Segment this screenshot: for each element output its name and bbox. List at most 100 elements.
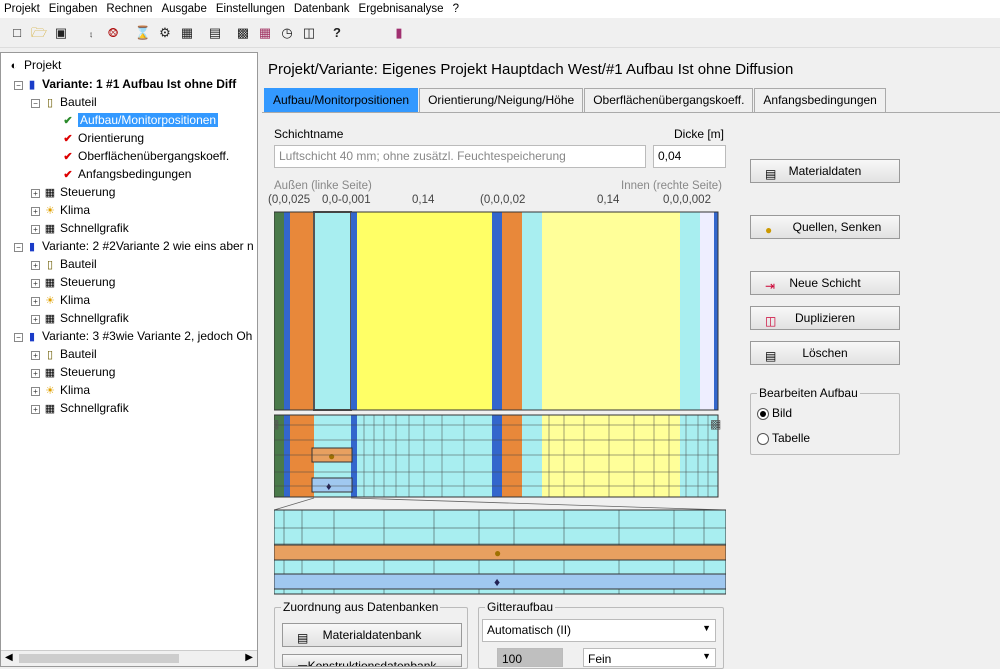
tree-v2-klima[interactable]: ☀ Klima xyxy=(43,291,90,309)
scroll-thumb[interactable] xyxy=(19,654,179,663)
layer-diagram[interactable]: ● ♦ ▩ ▩ ● ♦ xyxy=(274,210,726,600)
expand-icon[interactable]: + xyxy=(31,261,40,270)
tree-root[interactable]: ◐ Projekt xyxy=(7,56,62,74)
monitor-sink-bar[interactable] xyxy=(311,477,353,493)
layer-orange[interactable] xyxy=(502,212,522,410)
left-handle-icon[interactable]: ▩ xyxy=(274,417,279,431)
tree-v3-schnellgrafik[interactable]: ▦ Schnellgrafik xyxy=(43,399,129,417)
duplizieren-button[interactable]: ◫ Duplizieren xyxy=(750,306,900,330)
layer-cyan[interactable] xyxy=(522,212,542,410)
gitter-count-input[interactable]: 100 xyxy=(497,648,563,667)
layer-yellow[interactable] xyxy=(542,212,680,410)
tree-variant-3[interactable]: ▮ Variante: 3 #3wie Variante 2, jedoch Oh xyxy=(25,327,252,345)
layer-blue[interactable] xyxy=(492,212,502,410)
menu-einstellungen[interactable]: Einstellungen xyxy=(216,3,285,15)
scroll-left-icon[interactable]: ◀ xyxy=(5,652,13,663)
expand-icon[interactable]: + xyxy=(31,369,40,378)
menu-eingaben[interactable]: Eingaben xyxy=(49,3,98,15)
tree-v1-orientierung[interactable]: ✔ Orientierung xyxy=(61,129,144,147)
save-icon[interactable]: ▣ xyxy=(52,24,70,42)
delete-variant-icon[interactable]: ⨷ xyxy=(104,24,122,42)
tree-horizontal-scrollbar[interactable]: ◀ ▶ xyxy=(1,650,257,666)
grid-icon[interactable]: ▩ xyxy=(234,24,252,42)
layer-strip[interactable] xyxy=(274,211,719,411)
clock-icon[interactable]: ◷ xyxy=(278,24,296,42)
menu-rechnen[interactable]: Rechnen xyxy=(106,3,152,15)
radio-bild[interactable] xyxy=(757,408,769,420)
expand-icon[interactable]: + xyxy=(31,297,40,306)
menu-help[interactable]: ? xyxy=(453,3,459,15)
tree-v1-anfang[interactable]: ✔ Anfangsbedingungen xyxy=(61,165,191,183)
neue-schicht-button[interactable]: ⇥ Neue Schicht xyxy=(750,271,900,295)
tree-v1-steuerung[interactable]: ▦ Steuerung xyxy=(43,183,116,201)
expand-icon[interactable]: + xyxy=(31,387,40,396)
expand-icon[interactable]: + xyxy=(31,225,40,234)
gitter-mode-select[interactable]: Automatisch (II) ▼ xyxy=(482,619,716,642)
tree-v3-steuerung[interactable]: ▦ Steuerung xyxy=(43,363,116,381)
add-variant-icon[interactable]: ⨾ xyxy=(82,24,100,42)
collapse-icon[interactable]: − xyxy=(14,81,23,90)
tab-aufbau[interactable]: Aufbau/Monitorpositionen xyxy=(264,88,419,112)
layer-blue[interactable] xyxy=(284,212,290,410)
layer-blue[interactable] xyxy=(351,212,357,410)
tree-v1-schnellgrafik[interactable]: ▦ Schnellgrafik xyxy=(43,219,129,237)
tree-v1-bauteil[interactable]: ▯ Bauteil xyxy=(43,93,97,111)
tab-orientierung[interactable]: Orientierung/Neigung/Höhe xyxy=(419,88,584,112)
tab-anfang[interactable]: Anfangsbedingungen xyxy=(754,88,886,112)
dicke-input[interactable]: 0,04 xyxy=(653,145,726,168)
expand-icon[interactable]: + xyxy=(31,315,40,324)
layer-white[interactable] xyxy=(700,212,714,410)
zoom-view[interactable]: ● ♦ xyxy=(274,509,726,595)
gitter-fein-select[interactable]: Fein ▼ xyxy=(583,648,716,667)
tree-v3-klima[interactable]: ☀ Klima xyxy=(43,381,90,399)
results-icon[interactable]: ▦ xyxy=(178,24,196,42)
tree-v1-aufbau[interactable]: ✔ Aufbau/Monitorpositionen xyxy=(61,111,219,129)
layer-orange[interactable] xyxy=(290,212,314,410)
table-icon[interactable]: ▤ xyxy=(206,24,224,42)
layer-cyan[interactable] xyxy=(680,212,700,410)
scroll-right-icon[interactable]: ▶ xyxy=(245,652,253,663)
open-folder-icon[interactable]: 🗁 xyxy=(30,24,48,42)
loeschen-button[interactable]: ▤ Löschen xyxy=(750,341,900,365)
collapse-icon[interactable]: − xyxy=(14,333,23,342)
layer-blue[interactable] xyxy=(714,212,718,410)
collapse-icon[interactable]: − xyxy=(14,243,23,252)
tree-v2-steuerung[interactable]: ▦ Steuerung xyxy=(43,273,116,291)
expand-icon[interactable]: + xyxy=(31,189,40,198)
hourglass-icon[interactable]: ⌛ xyxy=(134,24,152,42)
expand-icon[interactable]: + xyxy=(31,351,40,360)
tree-variant-1[interactable]: ▮ Variante: 1 #1 Aufbau Ist ohne Diff xyxy=(25,75,236,93)
tree-v2-schnellgrafik[interactable]: ▦ Schnellgrafik xyxy=(43,309,129,327)
chart-icon[interactable]: ▦ xyxy=(256,24,274,42)
quellen-senken-button[interactable]: ● Quellen, Senken xyxy=(750,215,900,239)
materialdatenbank-button[interactable]: ▤ Materialdatenbank xyxy=(282,623,462,647)
wall-icon[interactable]: ▮ xyxy=(390,24,408,42)
layer-selected-air[interactable] xyxy=(313,211,352,411)
tree-v1-klima[interactable]: ☀ Klima xyxy=(43,201,90,219)
collapse-icon[interactable]: − xyxy=(31,99,40,108)
new-file-icon[interactable]: □ xyxy=(8,24,26,42)
calc-all-icon[interactable]: ⚙ xyxy=(156,24,174,42)
help-icon[interactable]: ? xyxy=(328,24,346,42)
tree-v2-bauteil[interactable]: ▯ Bauteil xyxy=(43,255,97,273)
expand-icon[interactable]: + xyxy=(31,279,40,288)
layer-green[interactable] xyxy=(274,212,284,410)
menu-ausgabe[interactable]: Ausgabe xyxy=(161,3,206,15)
menu-datenbank[interactable]: Datenbank xyxy=(294,3,350,15)
screen-icon[interactable]: ◫ xyxy=(300,24,318,42)
tree-v1-oberflaeche[interactable]: ✔ Oberflächenübergangskoeff. xyxy=(61,147,229,165)
right-handle-icon[interactable]: ▩ xyxy=(710,417,721,431)
expand-icon[interactable]: + xyxy=(31,405,40,414)
tab-oberflaeche[interactable]: Oberflächenübergangskoeff. xyxy=(584,88,754,112)
tree-variant-2[interactable]: ▮ Variante: 2 #2Variante 2 wie eins aber … xyxy=(25,237,254,255)
konstruktionsdatenbank-button[interactable]: ▤Konstruktionsdatenbank xyxy=(282,654,462,667)
layer-yellow[interactable] xyxy=(357,212,492,410)
grid-strip[interactable]: ● ♦ ▩ ▩ xyxy=(274,414,721,498)
expand-icon[interactable]: + xyxy=(31,207,40,216)
tree-v3-bauteil[interactable]: ▯ Bauteil xyxy=(43,345,97,363)
schichtname-input[interactable]: Luftschicht 40 mm; ohne zusätzl. Feuchte… xyxy=(274,145,646,168)
materialdaten-button[interactable]: ▤ Materialdaten xyxy=(750,159,900,183)
menu-ergebnisanalyse[interactable]: Ergebnisanalyse xyxy=(359,3,444,15)
radio-tabelle[interactable] xyxy=(757,433,769,445)
menu-projekt[interactable]: Projekt xyxy=(4,3,40,15)
